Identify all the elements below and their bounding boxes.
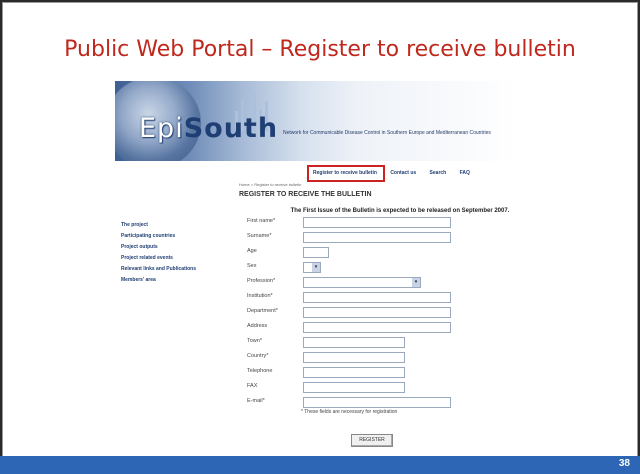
form-row: Address <box>247 322 497 333</box>
sidebar-item-events[interactable]: Project related events <box>121 253 231 264</box>
site-tagline: Network for Communicable Disease Control… <box>283 130 491 136</box>
field-label: Institution* <box>247 293 273 299</box>
first-name-input[interactable] <box>303 217 451 228</box>
field-label: First name* <box>247 218 276 224</box>
country-input[interactable] <box>303 352 405 363</box>
register-button[interactable]: REGISTER <box>351 434 393 447</box>
sidebar-item-countries[interactable]: Participating countries <box>121 231 231 242</box>
chevron-down-icon: ▾ <box>312 263 320 272</box>
slide-title: Public Web Portal – Register to receive … <box>64 37 576 62</box>
form-row: Sex ▾ <box>247 262 497 273</box>
field-label: Age <box>247 248 257 254</box>
page-heading: REGISTER TO RECEIVE THE BULLETIN <box>239 191 372 198</box>
fax-input[interactable] <box>303 382 405 393</box>
nav-faq[interactable]: FAQ <box>460 170 470 176</box>
form-row: First name* <box>247 217 497 228</box>
nav-register[interactable]: Register to receive bulletin <box>313 170 377 176</box>
address-input[interactable] <box>303 322 451 333</box>
surname-input[interactable] <box>303 232 451 243</box>
site-banner: EpiSouth Network for Communicable Diseas… <box>115 81 519 161</box>
form-row: Age <box>247 247 497 258</box>
form-row: Institution* <box>247 292 497 303</box>
sex-select[interactable]: ▾ <box>303 262 321 273</box>
sidebar-item-outputs[interactable]: Project outputs <box>121 242 231 253</box>
form-row: Department* <box>247 307 497 318</box>
field-label: Surname* <box>247 233 272 239</box>
website-screenshot: EpiSouth Network for Communicable Diseas… <box>115 81 519 451</box>
town-input[interactable] <box>303 337 405 348</box>
form-row: Telephone <box>247 367 497 378</box>
department-input[interactable] <box>303 307 451 318</box>
footer-bar: 38 <box>0 456 640 474</box>
field-label: Sex <box>247 263 257 269</box>
field-label: Profession* <box>247 278 276 284</box>
sidebar-item-members[interactable]: Members' area <box>121 275 231 286</box>
sidebar-item-links[interactable]: Relevant links and Publications <box>121 264 231 275</box>
form-row: Country* <box>247 352 497 363</box>
form-row: FAX <box>247 382 497 393</box>
field-label: E-mail* <box>247 398 265 404</box>
email-input[interactable] <box>303 397 451 408</box>
form-row: Profession* ▾ <box>247 277 497 288</box>
form-row: Town* <box>247 337 497 348</box>
institution-input[interactable] <box>303 292 451 303</box>
episouth-logo[interactable]: EpiSouth <box>139 113 278 144</box>
nav-contact[interactable]: Contact us <box>390 170 416 176</box>
field-label: Town* <box>247 338 262 344</box>
release-notice: The First Issue of the Bulletin is expec… <box>290 208 510 214</box>
form-row: Surname* <box>247 232 497 243</box>
form-row: E-mail* <box>247 397 497 408</box>
field-label: Address <box>247 323 268 329</box>
age-input[interactable] <box>303 247 329 258</box>
sidebar-menu: The project Participating countries Proj… <box>121 220 231 286</box>
breadcrumb[interactable]: Home > Register to receive bulletin <box>239 182 301 187</box>
sidebar-item-project[interactable]: The project <box>121 220 231 231</box>
chevron-down-icon: ▾ <box>412 278 420 287</box>
profession-select[interactable]: ▾ <box>303 277 421 288</box>
telephone-input[interactable] <box>303 367 405 378</box>
field-label: Country* <box>247 353 269 359</box>
page-number: 38 <box>618 458 630 469</box>
required-footnote: * These fields are necessary for registr… <box>301 409 398 415</box>
slide: Public Web Portal – Register to receive … <box>2 2 638 458</box>
field-label: Department* <box>247 308 278 314</box>
field-label: Telephone <box>247 368 273 374</box>
field-label: FAX <box>247 383 258 389</box>
nav-search[interactable]: Search <box>430 170 447 176</box>
top-navigation: Register to receive bulletin Contact us … <box>313 170 482 176</box>
